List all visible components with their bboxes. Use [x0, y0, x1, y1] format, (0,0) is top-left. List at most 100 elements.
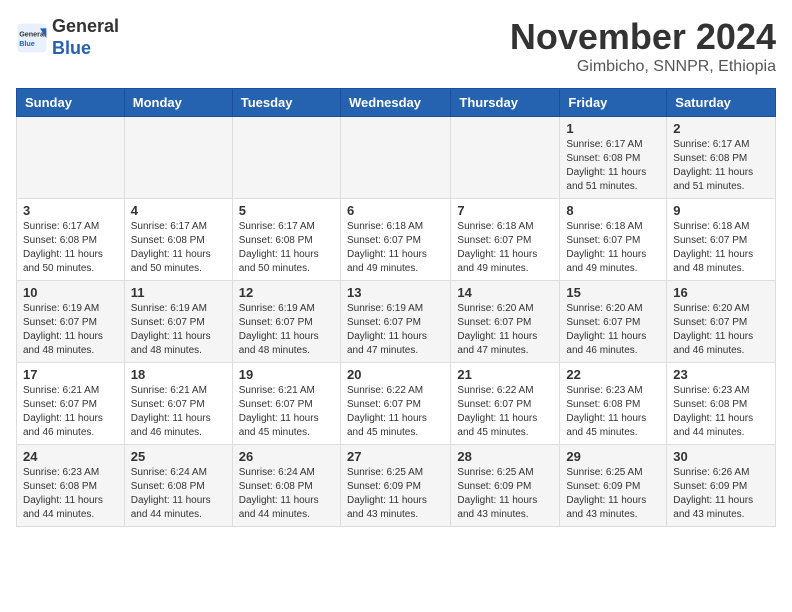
day-info: Sunrise: 6:22 AM Sunset: 6:07 PM Dayligh…	[347, 384, 444, 440]
calendar-cell: 30Sunrise: 6:26 AM Sunset: 6:09 PM Dayli…	[667, 445, 776, 527]
calendar-cell: 12 Sunrise: 6:19 AM Sunset: 6:07 PM Dayli…	[232, 281, 340, 363]
day-number: 18	[131, 367, 226, 382]
day-info: Sunrise: 6:18 AM Sunset: 6:07 PM Dayligh…	[673, 220, 769, 276]
day-info: Sunrise: 6:23 AM Sunset: 6:08 PM Dayligh…	[23, 466, 118, 522]
day-info: Sunrise: 6:20 AM Sunset: 6:07 PM Dayligh…	[673, 302, 769, 358]
day-info: Sunrise: 6:25 AM Sunset: 6:09 PM Dayligh…	[566, 466, 660, 522]
day-info: Sunrise: 6:25 AM Sunset: 6:09 PM Dayligh…	[457, 466, 553, 522]
calendar-cell: 6Sunrise: 6:18 AM Sunset: 6:07 PM Daylig…	[340, 199, 450, 281]
calendar-cell: 8 Sunrise: 6:18 AM Sunset: 6:07 PM Daylig…	[560, 199, 667, 281]
day-number: 11	[131, 285, 226, 300]
calendar-table: SundayMondayTuesdayWednesdayThursdayFrid…	[16, 88, 776, 527]
calendar-cell: 4 Sunrise: 6:17 AM Sunset: 6:08 PM Daylig…	[124, 199, 232, 281]
calendar-cell	[17, 117, 125, 199]
calendar-week-row: 10Sunrise: 6:19 AM Sunset: 6:07 PM Dayli…	[17, 281, 776, 363]
calendar-cell: 5Sunrise: 6:17 AM Sunset: 6:08 PM Daylig…	[232, 199, 340, 281]
day-info: Sunrise: 6:18 AM Sunset: 6:07 PM Dayligh…	[347, 220, 444, 276]
day-number: 3	[23, 203, 118, 218]
day-number: 26	[239, 449, 334, 464]
day-info: Sunrise: 6:24 AM Sunset: 6:08 PM Dayligh…	[239, 466, 334, 522]
month-title: November 2024	[510, 16, 776, 58]
day-info: Sunrise: 6:19 AM Sunset: 6:07 PM Dayligh…	[23, 302, 118, 358]
calendar-cell: 27Sunrise: 6:25 AM Sunset: 6:09 PM Dayli…	[340, 445, 450, 527]
day-number: 28	[457, 449, 553, 464]
calendar-cell	[451, 117, 560, 199]
day-info: Sunrise: 6:21 AM Sunset: 6:07 PM Dayligh…	[23, 384, 118, 440]
day-number: 29	[566, 449, 660, 464]
day-number: 13	[347, 285, 444, 300]
day-number: 24	[23, 449, 118, 464]
day-info: Sunrise: 6:23 AM Sunset: 6:08 PM Dayligh…	[673, 384, 769, 440]
generalblue-logo-icon: General Blue	[16, 22, 48, 54]
day-info: Sunrise: 6:19 AM Sunset: 6:07 PM Dayligh…	[239, 302, 334, 358]
calendar-week-row: 24 Sunrise: 6:23 AM Sunset: 6:08 PM Dayli…	[17, 445, 776, 527]
day-info: Sunrise: 6:20 AM Sunset: 6:07 PM Dayligh…	[457, 302, 553, 358]
day-number: 1	[566, 121, 660, 136]
weekday-header-wednesday: Wednesday	[340, 89, 450, 117]
calendar-cell: 7 Sunrise: 6:18 AM Sunset: 6:07 PM Daylig…	[451, 199, 560, 281]
day-number: 23	[673, 367, 769, 382]
day-info: Sunrise: 6:21 AM Sunset: 6:07 PM Dayligh…	[239, 384, 334, 440]
day-number: 30	[673, 449, 769, 464]
calendar-cell: 19 Sunrise: 6:21 AM Sunset: 6:07 PM Dayli…	[232, 363, 340, 445]
calendar-header-row: SundayMondayTuesdayWednesdayThursdayFrid…	[17, 89, 776, 117]
calendar-cell: 25Sunrise: 6:24 AM Sunset: 6:08 PM Dayli…	[124, 445, 232, 527]
calendar-week-row: 17 Sunrise: 6:21 AM Sunset: 6:07 PM Dayli…	[17, 363, 776, 445]
day-number: 5	[239, 203, 334, 218]
calendar-cell: 13 Sunrise: 6:19 AM Sunset: 6:07 PM Dayli…	[340, 281, 450, 363]
calendar-cell: 29 Sunrise: 6:25 AM Sunset: 6:09 PM Dayli…	[560, 445, 667, 527]
calendar-cell	[124, 117, 232, 199]
weekday-header-sunday: Sunday	[17, 89, 125, 117]
weekday-header-saturday: Saturday	[667, 89, 776, 117]
calendar-week-row: 1 Sunrise: 6:17 AM Sunset: 6:08 PM Daylig…	[17, 117, 776, 199]
logo-area: General Blue General Blue	[16, 16, 119, 59]
calendar-cell: 1 Sunrise: 6:17 AM Sunset: 6:08 PM Daylig…	[560, 117, 667, 199]
calendar-cell: 17 Sunrise: 6:21 AM Sunset: 6:07 PM Dayli…	[17, 363, 125, 445]
calendar-cell: 10Sunrise: 6:19 AM Sunset: 6:07 PM Dayli…	[17, 281, 125, 363]
day-info: Sunrise: 6:19 AM Sunset: 6:07 PM Dayligh…	[347, 302, 444, 358]
calendar-cell: 28 Sunrise: 6:25 AM Sunset: 6:09 PM Dayli…	[451, 445, 560, 527]
calendar-cell: 22 Sunrise: 6:23 AM Sunset: 6:08 PM Dayli…	[560, 363, 667, 445]
calendar-cell: 9Sunrise: 6:18 AM Sunset: 6:07 PM Daylig…	[667, 199, 776, 281]
day-number: 16	[673, 285, 769, 300]
calendar-cell: 15 Sunrise: 6:20 AM Sunset: 6:07 PM Dayli…	[560, 281, 667, 363]
day-number: 8	[566, 203, 660, 218]
calendar-cell: 26 Sunrise: 6:24 AM Sunset: 6:08 PM Dayli…	[232, 445, 340, 527]
calendar-cell: 24 Sunrise: 6:23 AM Sunset: 6:08 PM Dayli…	[17, 445, 125, 527]
day-info: Sunrise: 6:17 AM Sunset: 6:08 PM Dayligh…	[131, 220, 226, 276]
day-info: Sunrise: 6:24 AM Sunset: 6:08 PM Dayligh…	[131, 466, 226, 522]
calendar-cell: 11 Sunrise: 6:19 AM Sunset: 6:07 PM Dayli…	[124, 281, 232, 363]
calendar-week-row: 3 Sunrise: 6:17 AM Sunset: 6:08 PM Daylig…	[17, 199, 776, 281]
day-number: 15	[566, 285, 660, 300]
calendar-cell: 20 Sunrise: 6:22 AM Sunset: 6:07 PM Dayli…	[340, 363, 450, 445]
day-number: 4	[131, 203, 226, 218]
calendar-cell	[340, 117, 450, 199]
svg-text:Blue: Blue	[19, 39, 35, 48]
calendar-cell: 18Sunrise: 6:21 AM Sunset: 6:07 PM Dayli…	[124, 363, 232, 445]
day-info: Sunrise: 6:23 AM Sunset: 6:08 PM Dayligh…	[566, 384, 660, 440]
day-number: 17	[23, 367, 118, 382]
day-info: Sunrise: 6:25 AM Sunset: 6:09 PM Dayligh…	[347, 466, 444, 522]
location: Gimbicho, SNNPR, Ethiopia	[510, 58, 776, 76]
day-info: Sunrise: 6:20 AM Sunset: 6:07 PM Dayligh…	[566, 302, 660, 358]
day-info: Sunrise: 6:18 AM Sunset: 6:07 PM Dayligh…	[457, 220, 553, 276]
day-number: 19	[239, 367, 334, 382]
calendar-cell: 16 Sunrise: 6:20 AM Sunset: 6:07 PM Dayli…	[667, 281, 776, 363]
day-number: 12	[239, 285, 334, 300]
day-info: Sunrise: 6:19 AM Sunset: 6:07 PM Dayligh…	[131, 302, 226, 358]
calendar-cell: 21Sunrise: 6:22 AM Sunset: 6:07 PM Dayli…	[451, 363, 560, 445]
weekday-header-thursday: Thursday	[451, 89, 560, 117]
day-info: Sunrise: 6:18 AM Sunset: 6:07 PM Dayligh…	[566, 220, 660, 276]
page-header: General Blue General Blue November 2024 …	[16, 16, 776, 76]
day-info: Sunrise: 6:17 AM Sunset: 6:08 PM Dayligh…	[23, 220, 118, 276]
day-number: 14	[457, 285, 553, 300]
weekday-header-friday: Friday	[560, 89, 667, 117]
day-info: Sunrise: 6:17 AM Sunset: 6:08 PM Dayligh…	[566, 138, 660, 194]
day-info: Sunrise: 6:17 AM Sunset: 6:08 PM Dayligh…	[673, 138, 769, 194]
day-number: 7	[457, 203, 553, 218]
day-number: 22	[566, 367, 660, 382]
day-number: 20	[347, 367, 444, 382]
day-number: 2	[673, 121, 769, 136]
day-info: Sunrise: 6:22 AM Sunset: 6:07 PM Dayligh…	[457, 384, 553, 440]
calendar-cell: 3 Sunrise: 6:17 AM Sunset: 6:08 PM Daylig…	[17, 199, 125, 281]
